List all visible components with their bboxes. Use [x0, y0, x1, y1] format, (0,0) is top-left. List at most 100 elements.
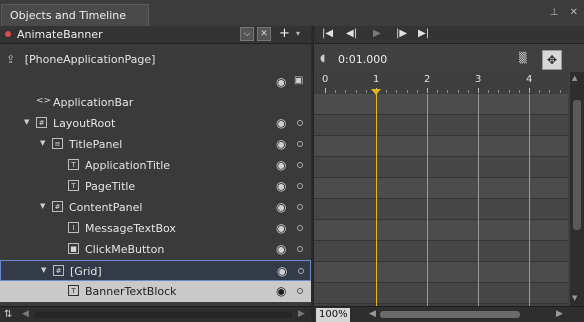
- second-gridline: [478, 94, 479, 306]
- ruler-label: 2: [424, 74, 431, 85]
- last-frame-icon[interactable]: ▶|: [418, 28, 429, 39]
- storyboard-bar: AnimateBanner ⌵ ✕ + ▾: [0, 26, 311, 44]
- lock-all-icon[interactable]: ▣: [294, 75, 303, 86]
- lock-toggle-icon[interactable]: [297, 225, 303, 231]
- tree-item[interactable]: ▼ ≡ TitlePanel ◉: [0, 134, 311, 155]
- storyboard-close-button[interactable]: ✕: [257, 27, 271, 41]
- tree-item-label: ApplicationBar: [53, 96, 134, 109]
- previous-frame-icon[interactable]: ◀|: [346, 28, 357, 39]
- tree-item[interactable]: ▼ # LayoutRoot ◉: [0, 113, 311, 134]
- expand-arrow-icon[interactable]: ▼: [41, 266, 46, 274]
- show-all-eye-icon[interactable]: ◉: [276, 75, 286, 89]
- tree-item[interactable]: T ApplicationTitle ◉: [0, 155, 311, 176]
- record-keyframe-icon[interactable]: ◖: [320, 53, 325, 64]
- lock-toggle-icon[interactable]: [297, 141, 303, 147]
- grid-icon: #: [52, 201, 63, 212]
- visibility-eye-icon[interactable]: ◉: [276, 179, 286, 193]
- panel-tab[interactable]: Objects and Timeline: [1, 4, 149, 26]
- ruler-major-tick: [478, 88, 479, 93]
- lock-toggle-icon[interactable]: [297, 246, 303, 252]
- lock-toggle-icon[interactable]: [298, 268, 304, 274]
- scope-options-icon[interactable]: ⇅: [4, 309, 12, 320]
- tree-hscroll-track[interactable]: [34, 312, 292, 318]
- lock-toggle-icon[interactable]: [297, 162, 303, 168]
- tree-item-label: TitlePanel: [69, 138, 123, 151]
- tree-item-label: ClickMeButton: [85, 243, 165, 256]
- snapping-icon[interactable]: ▒: [519, 53, 527, 64]
- scroll-right-icon[interactable]: ▶: [298, 309, 305, 319]
- visibility-eye-icon[interactable]: ◉: [276, 221, 286, 235]
- visibility-eye-icon[interactable]: ◉: [277, 264, 287, 278]
- ruler-minor-tick: [396, 90, 398, 93]
- second-gridline: [529, 94, 530, 306]
- visibility-eye-icon[interactable]: ◉: [276, 200, 286, 214]
- ruler-major-tick: [529, 88, 530, 93]
- ruler-major-tick: [427, 88, 428, 93]
- next-frame-icon[interactable]: |▶: [396, 28, 407, 39]
- textbox-icon: I: [68, 222, 79, 233]
- tree-item[interactable]: T BannerTextBlock ◉: [0, 281, 311, 302]
- ruler-minor-tick: [335, 90, 337, 93]
- ruler-minor-tick: [508, 90, 510, 93]
- expand-arrow-icon[interactable]: ▼: [40, 202, 45, 210]
- timeline-hscroll-thumb[interactable]: [380, 311, 520, 318]
- playhead-handle[interactable]: [371, 89, 381, 95]
- transport-bar: |◀ ◀| ▶ |▶ ▶|: [314, 26, 584, 44]
- textblock-icon: T: [68, 180, 79, 191]
- tree-item-label: MessageTextBox: [85, 222, 176, 235]
- ruler-minor-tick: [447, 90, 449, 93]
- ruler-minor-tick: [406, 90, 408, 93]
- zoom-field[interactable]: 100%: [316, 308, 350, 322]
- current-time[interactable]: 0:01.000: [338, 53, 387, 66]
- timeline-footer: 100% ◀ ▶: [314, 306, 584, 322]
- expand-arrow-icon[interactable]: ▼: [40, 139, 45, 147]
- storyboard-collapse-button[interactable]: ⌵: [240, 27, 254, 41]
- visibility-eye-icon[interactable]: ◉: [276, 158, 286, 172]
- timeline-scroll-right-icon[interactable]: ▶: [556, 309, 563, 319]
- textblock-icon: T: [68, 285, 79, 296]
- lock-toggle-icon[interactable]: [297, 183, 303, 189]
- scroll-left-icon[interactable]: ◀: [22, 309, 29, 319]
- tree-item[interactable]: T PageTitle ◉: [0, 176, 311, 197]
- scope-up-icon[interactable]: ⇪: [6, 53, 15, 66]
- tree-footer: ⇅ ◀ ▶: [0, 306, 311, 322]
- visibility-eye-icon[interactable]: ◉: [276, 284, 286, 298]
- lock-toggle-icon[interactable]: [297, 120, 303, 126]
- timeline-scroll-left-icon[interactable]: ◀: [369, 309, 376, 319]
- grid-icon: #: [53, 265, 64, 276]
- lock-toggle-icon[interactable]: [297, 204, 303, 210]
- visibility-eye-icon[interactable]: ◉: [276, 242, 286, 256]
- scroll-up-icon[interactable]: ▲: [572, 74, 577, 82]
- close-icon[interactable]: ✕: [570, 7, 578, 18]
- play-icon[interactable]: ▶: [373, 28, 381, 39]
- ruler-label: 3: [475, 74, 482, 85]
- textblock-icon: T: [68, 159, 79, 170]
- timeline-vscroll[interactable]: ▲ ▼: [570, 72, 584, 306]
- zoom-fit-button[interactable]: ✥: [542, 50, 562, 70]
- visibility-eye-icon[interactable]: ◉: [276, 137, 286, 151]
- timeline-panel: |◀ ◀| ▶ |▶ ▶| ◖ 0:01.000 ▒ ✥ 0 1 2 3 4 ▲ ▼ 1…: [313, 26, 584, 322]
- recording-dot-icon: [5, 31, 11, 37]
- scroll-down-icon[interactable]: ▼: [572, 294, 577, 302]
- lock-toggle-icon[interactable]: [297, 288, 303, 294]
- new-storyboard-button[interactable]: +: [279, 26, 290, 41]
- expand-arrow-icon[interactable]: ▼: [24, 118, 29, 126]
- tree-item[interactable]: ▼ # [Grid] ◉: [0, 260, 311, 281]
- tree-item[interactable]: ▼ # ContentPanel ◉: [0, 197, 311, 218]
- timeline-ruler[interactable]: 0 1 2 3 4: [314, 72, 568, 94]
- storyboard-menu-button[interactable]: ▾: [296, 29, 300, 38]
- timeline-tracks[interactable]: [314, 94, 568, 306]
- ruler-minor-tick: [355, 90, 357, 93]
- ruler-minor-tick: [539, 90, 541, 93]
- tree-item[interactable]: ■ ClickMeButton ◉: [0, 239, 311, 260]
- playhead-line[interactable]: [376, 94, 377, 306]
- tree-item[interactable]: I MessageTextBox ◉: [0, 218, 311, 239]
- first-frame-icon[interactable]: |◀: [322, 28, 333, 39]
- ruler-major-tick: [325, 88, 326, 93]
- scope-breadcrumb[interactable]: ⇪ [PhoneApplicationPage]: [6, 53, 155, 66]
- storyboard-name[interactable]: AnimateBanner: [17, 28, 103, 41]
- vscroll-thumb[interactable]: [573, 100, 581, 230]
- tree-item[interactable]: <> ApplicationBar: [0, 92, 311, 113]
- pin-icon[interactable]: ⊥: [550, 7, 559, 18]
- visibility-eye-icon[interactable]: ◉: [276, 116, 286, 130]
